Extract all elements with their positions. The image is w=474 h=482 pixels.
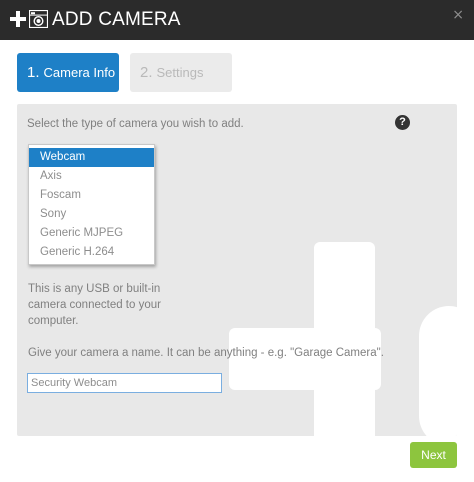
close-icon[interactable]: × [452, 7, 464, 23]
camera-icon [29, 10, 48, 28]
step-label: Settings [156, 65, 204, 80]
step-number: 1. [27, 64, 40, 81]
tab-camera-info[interactable]: 1. Camera Info [17, 53, 119, 92]
help-icon[interactable]: ? [395, 115, 410, 130]
camera-info-panel: Select the type of camera you wish to ad… [17, 104, 457, 436]
camera-type-option[interactable]: Generic H.264 [29, 243, 154, 262]
plus-icon [10, 11, 26, 27]
next-button[interactable]: Next [410, 442, 457, 468]
camera-type-description: This is any USB or built-in camera conne… [28, 283, 161, 327]
title-bar: ADD CAMERA × [0, 0, 474, 40]
camera-type-option[interactable]: Generic MJPEG [29, 224, 154, 243]
camera-name-input[interactable] [27, 373, 222, 393]
tab-settings[interactable]: 2. Settings [130, 53, 232, 92]
camera-type-option[interactable]: Axis [29, 167, 154, 186]
camera-name-hint: Give your camera a name. It can be anyth… [28, 347, 384, 359]
camera-type-instruction: Select the type of camera you wish to ad… [27, 118, 244, 130]
camera-type-option[interactable]: Webcam [29, 148, 154, 167]
step-label: Camera Info [43, 65, 116, 80]
dialog-title: ADD CAMERA [52, 9, 181, 30]
step-number: 2. [140, 64, 153, 81]
camera-type-option[interactable]: Sony [29, 205, 154, 224]
camera-type-option[interactable]: Foscam [29, 186, 154, 205]
camera-type-list[interactable]: Webcam Axis Foscam Sony Generic MJPEG Ge… [28, 144, 155, 265]
